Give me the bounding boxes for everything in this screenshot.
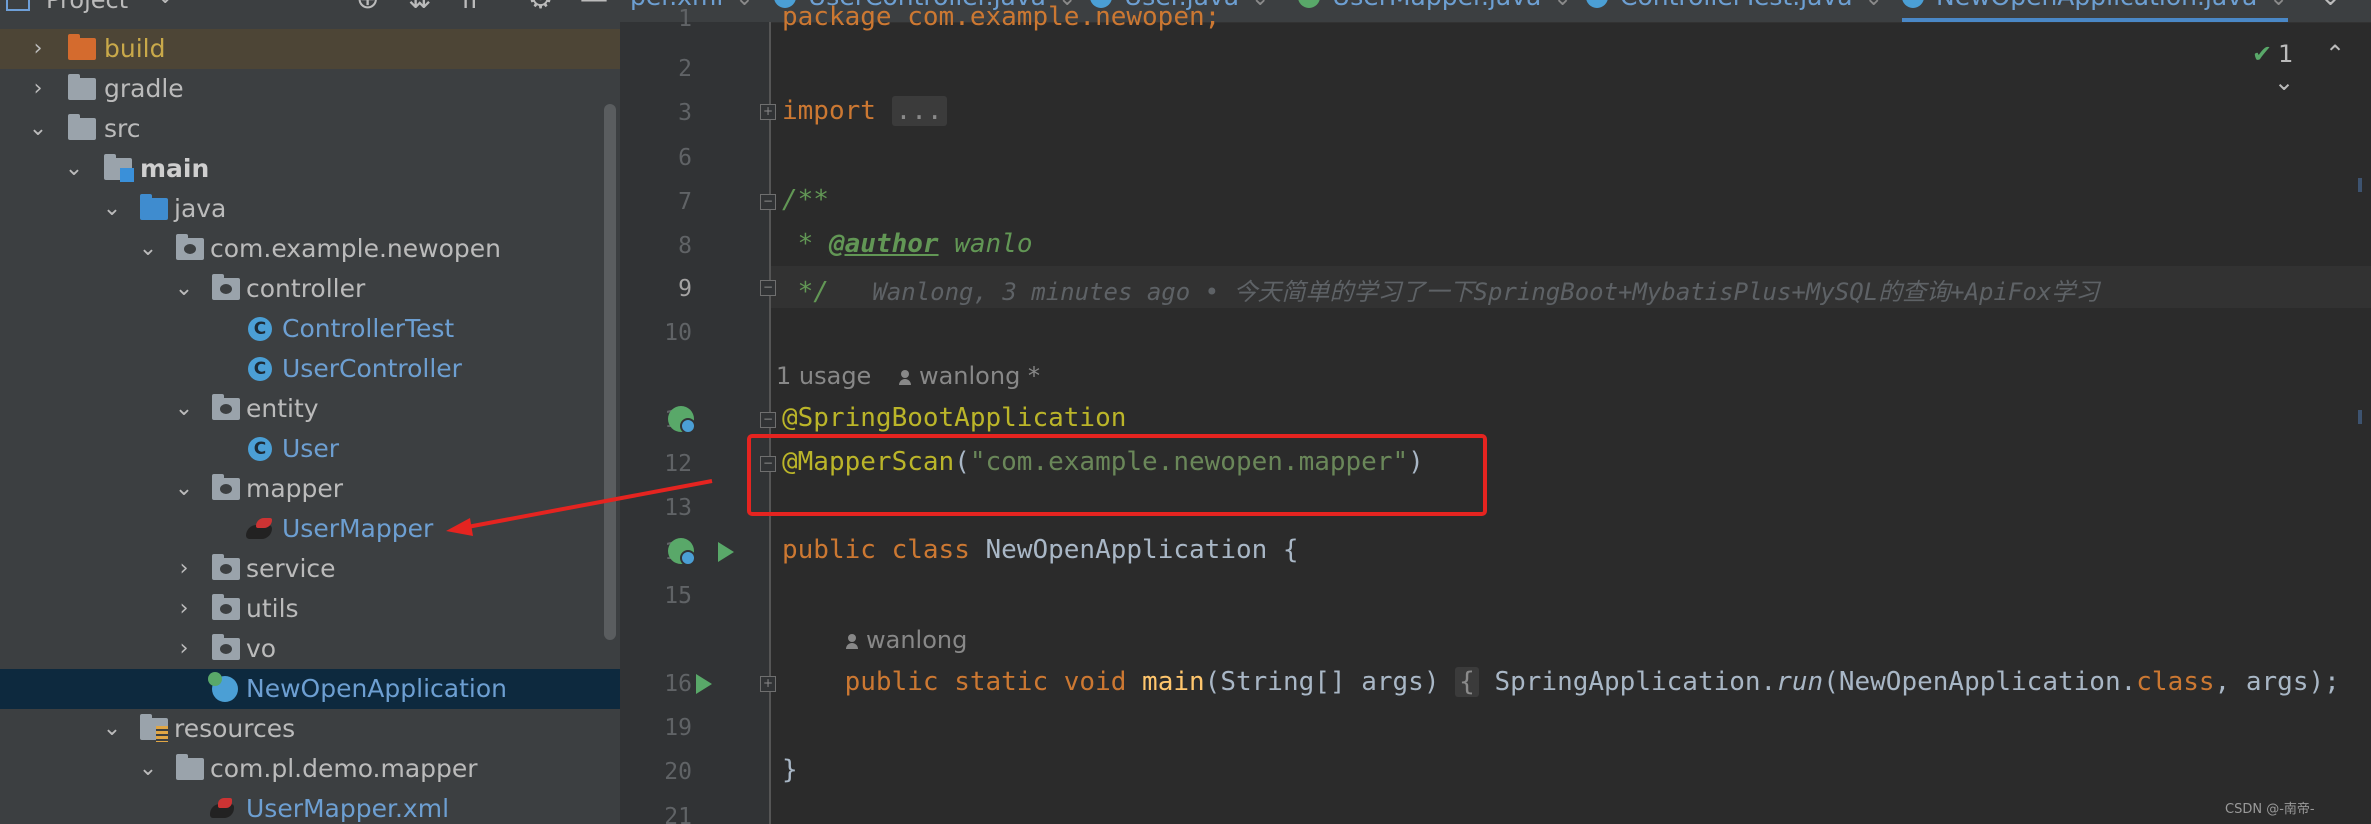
watermark: CSDN @-南帝- [2225,802,2315,817]
scrollbar-marker [2358,410,2362,424]
scrollbar-marker [2358,178,2362,192]
annotation-arrow [446,479,713,536]
